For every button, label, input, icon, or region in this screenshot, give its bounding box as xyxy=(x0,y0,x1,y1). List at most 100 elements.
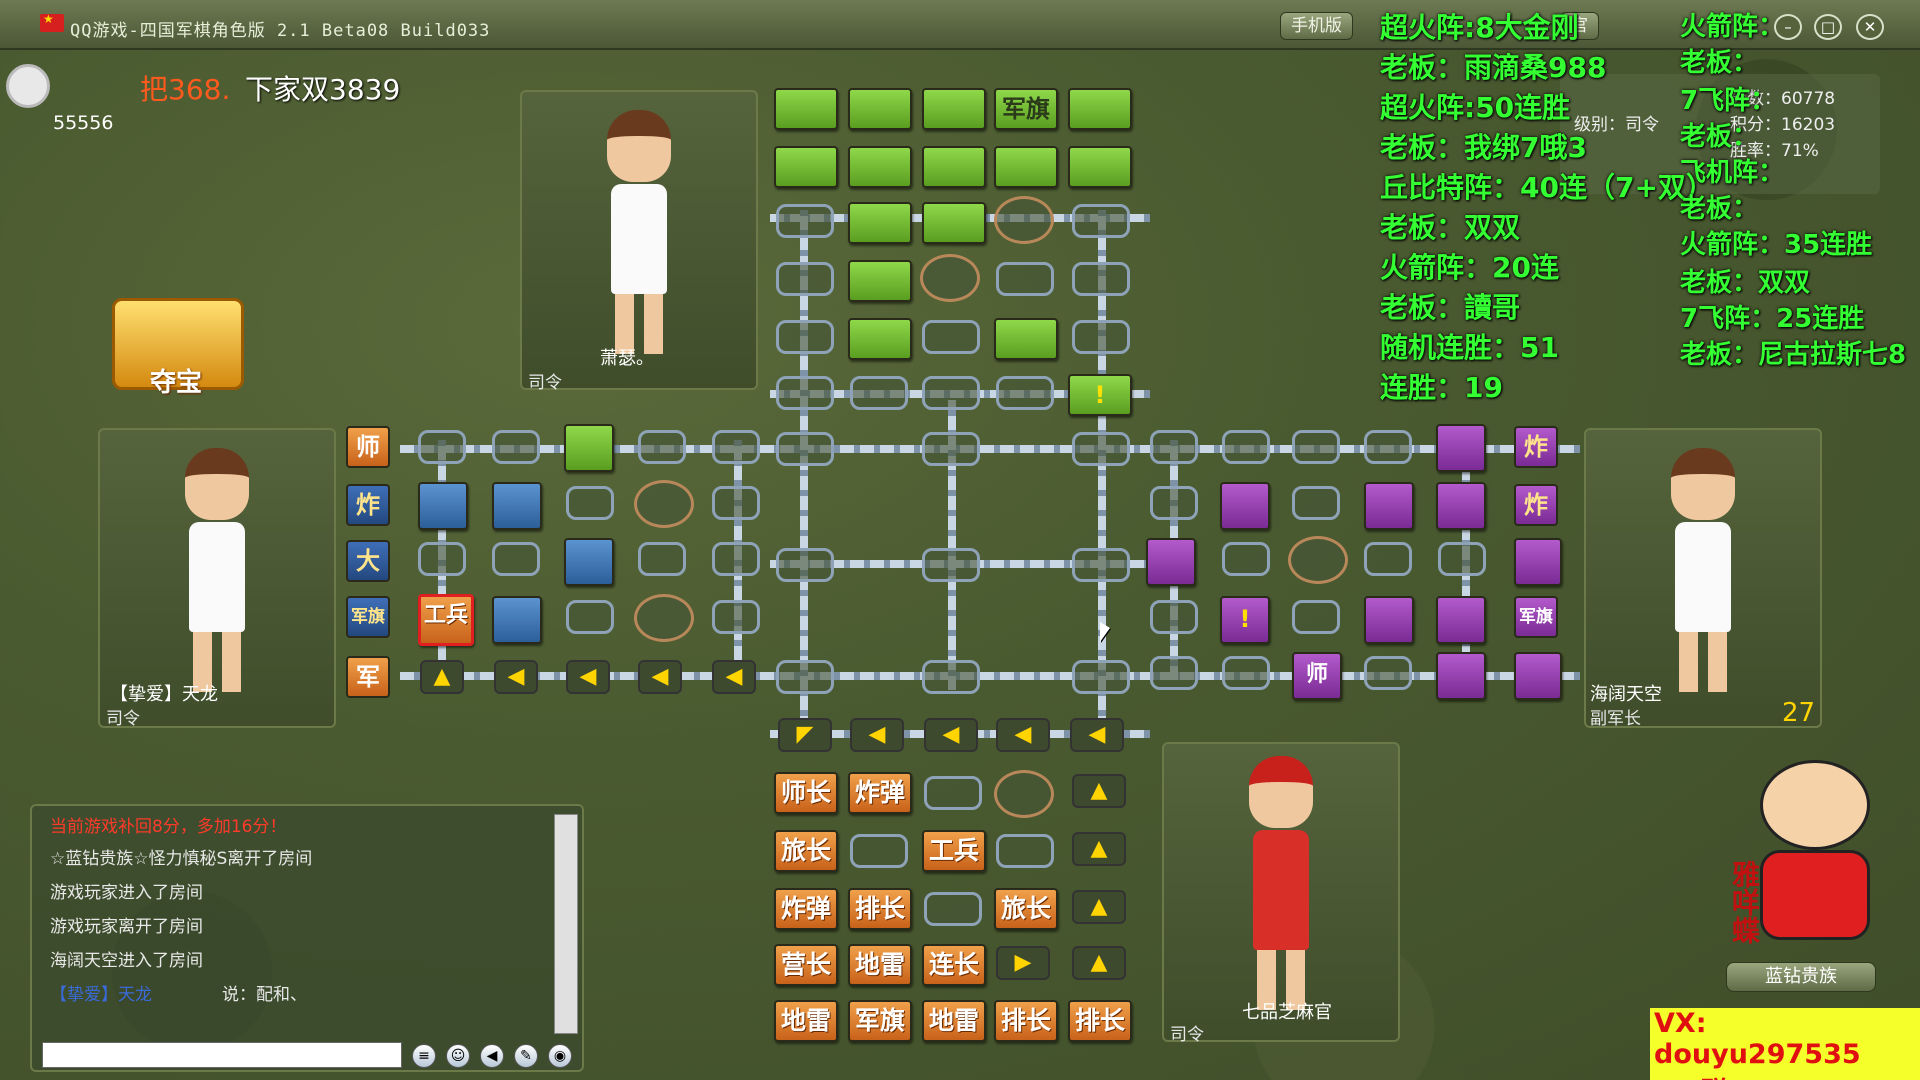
bottom-piece[interactable]: 师长 xyxy=(774,772,838,814)
board-node[interactable] xyxy=(850,834,908,868)
camp-node[interactable] xyxy=(994,770,1054,818)
top-piece[interactable] xyxy=(994,146,1058,188)
board-node[interactable] xyxy=(566,600,614,634)
board-node[interactable] xyxy=(776,262,834,296)
left-engineer-piece[interactable]: 工兵 xyxy=(418,594,474,646)
bottom-arrow[interactable]: ◀ xyxy=(924,718,978,752)
bottom-arrow[interactable]: ◤ xyxy=(778,718,832,752)
right-warning-piece[interactable]: ! xyxy=(1220,596,1270,644)
board-node[interactable] xyxy=(566,486,614,520)
top-piece[interactable] xyxy=(848,146,912,188)
right-piece[interactable] xyxy=(1364,596,1414,644)
camp-node[interactable] xyxy=(1288,536,1348,584)
left-piece[interactable] xyxy=(418,482,468,530)
right-piece[interactable] xyxy=(1220,482,1270,530)
board-node[interactable] xyxy=(418,430,466,464)
top-piece[interactable] xyxy=(774,146,838,188)
left-piece[interactable] xyxy=(564,538,614,586)
board-node[interactable] xyxy=(638,542,686,576)
board-node[interactable] xyxy=(922,660,980,694)
top-piece[interactable] xyxy=(848,88,912,130)
player-bottom-portrait[interactable]: 七品芝麻官 司令 xyxy=(1162,742,1400,1045)
board-node[interactable] xyxy=(712,486,760,520)
board-node[interactable] xyxy=(924,892,982,926)
bottom-piece[interactable]: 工兵 xyxy=(922,830,986,872)
board-node[interactable] xyxy=(712,542,760,576)
top-piece[interactable] xyxy=(564,424,614,472)
bottom-piece[interactable]: 地雷 xyxy=(774,1000,838,1042)
bottom-piece[interactable]: 排长 xyxy=(848,888,912,930)
chat-scrollbar[interactable] xyxy=(554,814,578,1034)
board-node[interactable] xyxy=(1072,262,1130,296)
board-node[interactable] xyxy=(1292,600,1340,634)
right-commander-piece[interactable]: 师 xyxy=(1292,652,1342,700)
camp-node[interactable] xyxy=(920,254,980,302)
top-piece[interactable] xyxy=(1068,88,1132,130)
bottom-arrow[interactable]: ◀ xyxy=(996,718,1050,752)
bottom-arrow-up[interactable]: ▲ xyxy=(1072,832,1126,866)
chat-speaker[interactable]: 【挚爱】天龙 xyxy=(50,980,152,1005)
right-piece[interactable] xyxy=(1436,482,1486,530)
board-node[interactable] xyxy=(1072,548,1130,582)
bottom-piece[interactable]: 旅长 xyxy=(774,830,838,872)
board-node[interactable] xyxy=(1150,656,1198,690)
chat-bubble-icon[interactable]: ≡ xyxy=(412,1044,436,1068)
board-node[interactable] xyxy=(850,376,908,410)
bottom-piece[interactable]: 旅长 xyxy=(994,888,1058,930)
board-node[interactable] xyxy=(1072,432,1130,466)
board-node[interactable] xyxy=(1438,542,1486,576)
board-node[interactable] xyxy=(638,430,686,464)
board-node[interactable] xyxy=(1364,430,1412,464)
globe-icon[interactable]: ◉ xyxy=(548,1044,572,1068)
right-piece[interactable] xyxy=(1436,652,1486,700)
board-node[interactable] xyxy=(996,834,1054,868)
chat-input[interactable] xyxy=(42,1042,402,1068)
board-node[interactable] xyxy=(492,542,540,576)
bottom-piece[interactable]: 排长 xyxy=(994,1000,1058,1042)
board-node[interactable] xyxy=(1072,320,1130,354)
right-piece[interactable] xyxy=(1146,538,1196,586)
bottom-piece[interactable]: 营长 xyxy=(774,944,838,986)
camp-node[interactable] xyxy=(634,594,694,642)
blue-diamond-button[interactable]: 蓝钻贵族 xyxy=(1726,962,1876,992)
bottom-piece[interactable]: 排长 xyxy=(1068,1000,1132,1042)
bottom-arrow-right[interactable]: ▶ xyxy=(996,946,1050,980)
bottom-piece[interactable]: 地雷 xyxy=(922,1000,986,1042)
board-node[interactable] xyxy=(1364,542,1412,576)
right-piece[interactable] xyxy=(1364,482,1414,530)
board-node[interactable] xyxy=(712,600,760,634)
board-node[interactable] xyxy=(1150,486,1198,520)
board-node[interactable] xyxy=(1292,486,1340,520)
close-icon[interactable]: ✕ xyxy=(1856,14,1884,40)
board-node[interactable] xyxy=(1072,660,1130,694)
speaker-icon[interactable]: ◀ xyxy=(480,1044,504,1068)
board-node[interactable] xyxy=(1150,430,1198,464)
right-piece[interactable] xyxy=(1436,424,1486,472)
player-left-portrait[interactable]: 【挚爱】天龙 司令 xyxy=(98,428,336,729)
board-node[interactable] xyxy=(1222,542,1270,576)
board-node[interactable] xyxy=(922,432,980,466)
board-node[interactable] xyxy=(776,204,834,238)
top-piece[interactable] xyxy=(922,88,986,130)
camp-node[interactable] xyxy=(634,480,694,528)
bottom-piece[interactable]: 连长 xyxy=(922,944,986,986)
emoji-icon[interactable]: ☺ xyxy=(446,1044,470,1068)
board-node[interactable] xyxy=(1292,430,1340,464)
right-piece[interactable] xyxy=(1436,596,1486,644)
bottom-arrow[interactable]: ◀ xyxy=(850,718,904,752)
board-node[interactable] xyxy=(712,430,760,464)
board-node[interactable] xyxy=(776,548,834,582)
board-node[interactable] xyxy=(922,320,980,354)
board-node[interactable] xyxy=(776,376,834,410)
top-piece[interactable] xyxy=(1068,146,1132,188)
board-node[interactable] xyxy=(1150,600,1198,634)
bottom-arrow-up[interactable]: ▲ xyxy=(1072,946,1126,980)
left-piece[interactable] xyxy=(492,596,542,644)
left-piece[interactable] xyxy=(492,482,542,530)
top-piece[interactable] xyxy=(922,146,986,188)
right-piece[interactable] xyxy=(1514,538,1562,586)
top-piece[interactable] xyxy=(994,318,1058,360)
board-node[interactable] xyxy=(776,660,834,694)
top-piece[interactable] xyxy=(848,318,912,360)
board-node[interactable] xyxy=(418,542,466,576)
